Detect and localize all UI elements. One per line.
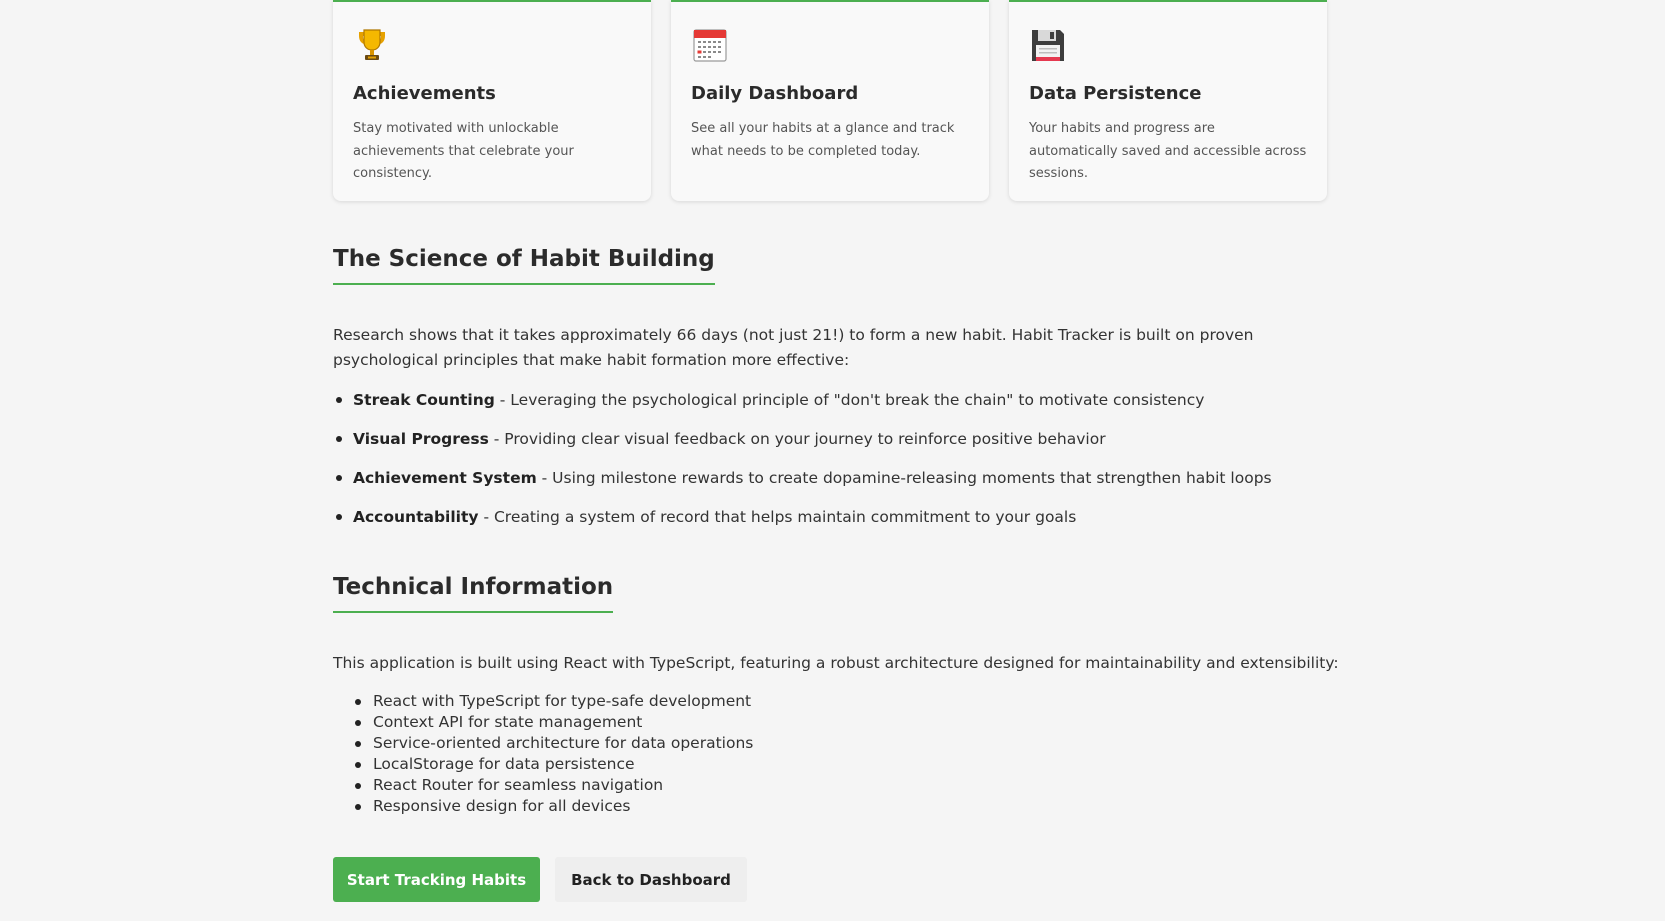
calendar-icon xyxy=(691,26,729,64)
tech-item-text: Responsive design for all devices xyxy=(373,797,631,815)
about-page: Achievements Stay motivated with unlocka… xyxy=(0,0,1665,921)
card-title: Data Persistence xyxy=(1029,83,1202,104)
bullet-icon xyxy=(355,699,361,705)
back-to-dashboard-button[interactable]: Back to Dashboard xyxy=(555,857,747,902)
tech-item-text: Service-oriented architecture for data o… xyxy=(373,734,754,752)
feature-card-data-persistence: Data Persistence Your habits and progres… xyxy=(1009,0,1327,201)
technical-list: React with TypeScript for type-safe deve… xyxy=(353,691,753,817)
card-title: Achievements xyxy=(353,83,496,104)
bullet-icon xyxy=(355,783,361,789)
tech-item-text: React Router for seamless navigation xyxy=(373,776,664,794)
bullet-icon xyxy=(336,436,342,442)
bullet-icon xyxy=(355,741,361,747)
tech-item-text: React with TypeScript for type-safe deve… xyxy=(373,692,752,710)
tech-item-text: LocalStorage for data persistence xyxy=(373,755,635,773)
principle-term: Accountability xyxy=(353,508,479,526)
list-item: Visual Progress - Providing clear visual… xyxy=(333,428,1272,467)
floppy-disk-icon xyxy=(1029,26,1067,64)
start-tracking-button[interactable]: Start Tracking Habits xyxy=(333,857,540,902)
feature-card-achievements: Achievements Stay motivated with unlocka… xyxy=(333,0,651,201)
list-item: Context API for state management xyxy=(353,712,753,733)
card-title: Daily Dashboard xyxy=(691,83,859,104)
science-heading: The Science of Habit Building xyxy=(333,244,715,285)
bullet-icon xyxy=(336,475,342,481)
list-item: React Router for seamless navigation xyxy=(353,775,753,796)
list-item: Achievement System - Using milestone rew… xyxy=(333,467,1272,506)
card-description: Your habits and progress are automatical… xyxy=(1029,121,1307,181)
list-item: React with TypeScript for type-safe deve… xyxy=(353,691,753,712)
list-item: Responsive design for all devices xyxy=(353,796,753,817)
principle-term: Achievement System xyxy=(353,469,537,487)
card-description: See all your habits at a glance and trac… xyxy=(691,121,955,159)
principle-detail: - Providing clear visual feedback on you… xyxy=(488,430,1106,448)
bullet-icon xyxy=(355,762,361,768)
technical-intro: This application is built using React wi… xyxy=(333,654,1339,672)
principle-term: Streak Counting xyxy=(353,391,495,409)
bullet-icon xyxy=(355,804,361,810)
principles-list: Streak Counting - Leveraging the psychol… xyxy=(333,389,1272,545)
list-item: LocalStorage for data persistence xyxy=(353,754,753,775)
bullet-icon xyxy=(355,720,361,726)
principle-detail: - Using milestone rewards to create dopa… xyxy=(536,469,1272,487)
list-item: Accountability - Creating a system of re… xyxy=(333,506,1272,545)
principle-term: Visual Progress xyxy=(353,430,489,448)
technical-heading: Technical Information xyxy=(333,572,614,613)
tech-item-text: Context API for state management xyxy=(373,713,643,731)
principle-detail: - Creating a system of record that helps… xyxy=(478,508,1077,526)
feature-card-daily-dashboard: Daily Dashboard See all your habits at a… xyxy=(671,0,989,201)
bullet-icon xyxy=(336,514,342,520)
science-intro: Research shows that it takes approximate… xyxy=(333,326,1254,369)
bullet-icon xyxy=(336,397,342,403)
trophy-icon xyxy=(353,26,391,64)
card-description: Stay motivated with unlockable achieveme… xyxy=(353,121,574,181)
principle-detail: - Leveraging the psychological principle… xyxy=(494,391,1205,409)
list-item: Streak Counting - Leveraging the psychol… xyxy=(333,389,1272,428)
feature-cards: Achievements Stay motivated with unlocka… xyxy=(333,0,1334,201)
list-item: Service-oriented architecture for data o… xyxy=(353,733,753,754)
